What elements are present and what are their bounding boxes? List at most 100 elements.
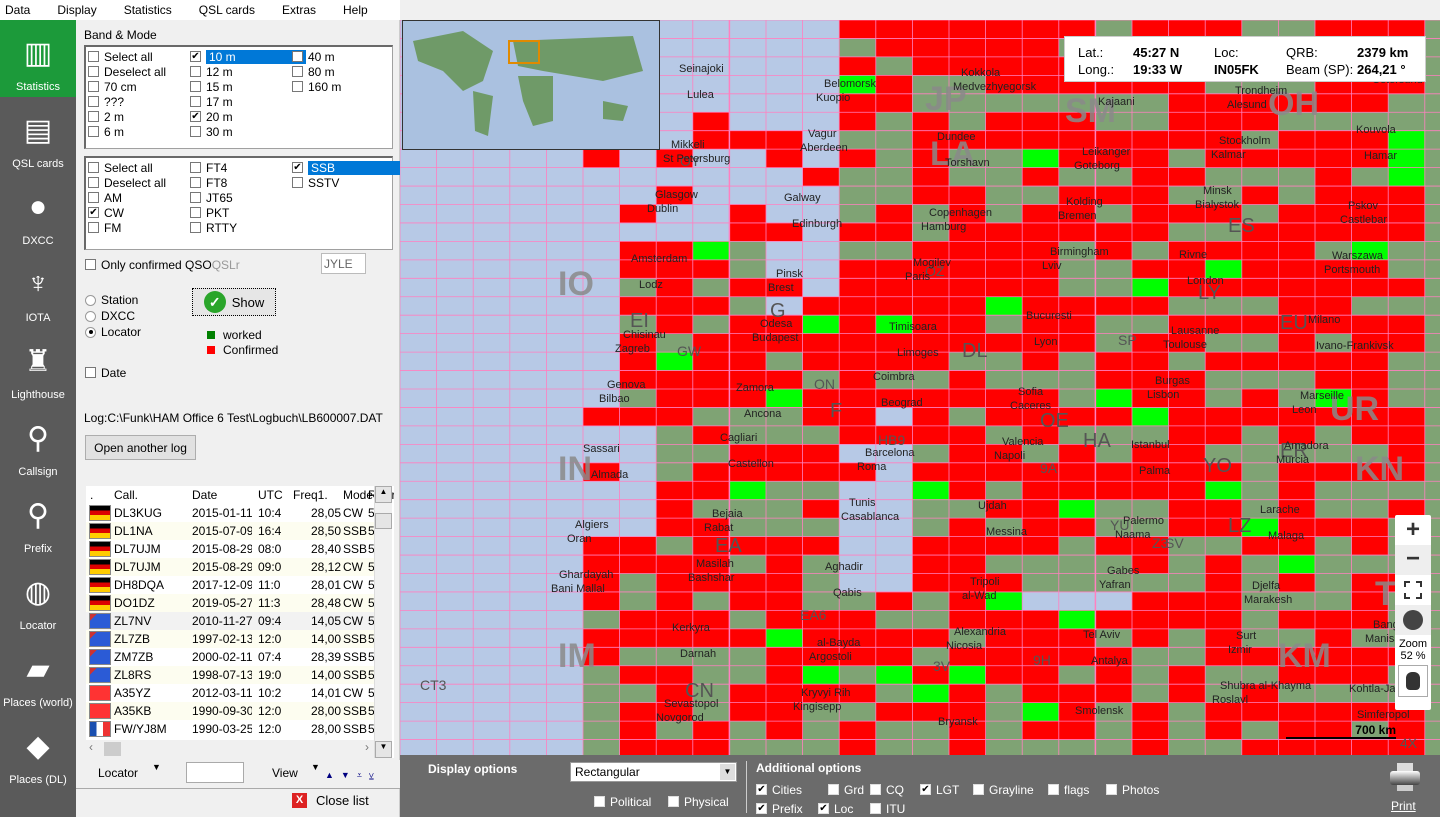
table-row[interactable]: ZL7ZB1997-02-1312:014,00SSB59 bbox=[86, 630, 384, 648]
locator-square[interactable] bbox=[1424, 75, 1440, 94]
locator-square[interactable] bbox=[1351, 647, 1389, 666]
locator-square[interactable] bbox=[875, 296, 913, 316]
locator-square[interactable] bbox=[1168, 222, 1206, 242]
locator-square[interactable] bbox=[912, 591, 949, 611]
locator-square[interactable] bbox=[912, 684, 949, 703]
locator-square[interactable] bbox=[583, 407, 620, 426]
locator-square[interactable] bbox=[1315, 739, 1352, 755]
locator-square[interactable] bbox=[766, 536, 803, 556]
locator-square[interactable] bbox=[1058, 684, 1096, 703]
locator-square[interactable] bbox=[912, 739, 949, 755]
locator-square[interactable] bbox=[985, 370, 1023, 389]
table-row[interactable]: DL7UJM2015-08-2909:028,12CW599 bbox=[86, 558, 388, 576]
locator-square[interactable] bbox=[766, 628, 803, 648]
table-row[interactable]: ZM7ZB2000-02-1107:428,39SSB57 bbox=[86, 648, 384, 666]
locator-square[interactable] bbox=[875, 721, 913, 740]
locator-square[interactable] bbox=[1205, 536, 1242, 556]
locator-square[interactable] bbox=[875, 149, 913, 168]
locator-square[interactable] bbox=[1388, 93, 1425, 113]
checkbox[interactable]: ✔ bbox=[920, 784, 931, 795]
option-grd[interactable]: Grd bbox=[828, 782, 864, 797]
locator-square[interactable] bbox=[729, 204, 766, 223]
locator-square[interactable] bbox=[729, 222, 766, 242]
locator-square[interactable] bbox=[802, 315, 840, 334]
locator-square[interactable] bbox=[912, 518, 949, 537]
table-row[interactable]: ZL8RS1998-07-1319:014,00SSB59 bbox=[86, 666, 384, 684]
modes-option[interactable]: ✔ CW bbox=[88, 205, 124, 220]
locator-square[interactable] bbox=[949, 536, 986, 556]
locator-square[interactable] bbox=[619, 573, 657, 592]
locator-square[interactable] bbox=[985, 684, 1023, 703]
world-minimap[interactable] bbox=[402, 20, 660, 150]
locator-square[interactable] bbox=[766, 481, 803, 500]
nav-callsign[interactable]: ⚲ Callsign bbox=[0, 405, 76, 482]
locator-square[interactable] bbox=[949, 186, 986, 205]
locator-square[interactable] bbox=[656, 462, 693, 482]
locator-square[interactable] bbox=[1388, 389, 1425, 408]
radio-button[interactable] bbox=[85, 326, 96, 338]
locator-square[interactable] bbox=[1205, 167, 1242, 187]
locator-square[interactable] bbox=[1132, 186, 1169, 205]
table-row[interactable]: FW/YJ8M1990-03-2512:028,00SSB59 bbox=[86, 720, 384, 738]
locator-square[interactable] bbox=[1132, 665, 1169, 685]
locator-square[interactable] bbox=[1241, 296, 1279, 316]
close-list-button[interactable]: X Close list bbox=[292, 793, 369, 808]
locator-square[interactable] bbox=[1241, 370, 1279, 389]
option-cities[interactable]: ✔ Cities bbox=[756, 782, 802, 797]
locator-square[interactable] bbox=[1241, 241, 1279, 260]
locator-square[interactable] bbox=[692, 739, 730, 755]
table-row[interactable]: DO1DZ2019-05-2711:328,48CW58 bbox=[86, 594, 384, 612]
locator-square[interactable] bbox=[1022, 93, 1059, 113]
locator-square[interactable] bbox=[1168, 462, 1206, 482]
locator-square[interactable] bbox=[839, 610, 876, 629]
locator-square[interactable] bbox=[1022, 186, 1059, 205]
locator-square[interactable] bbox=[802, 721, 840, 740]
locator-square[interactable] bbox=[1424, 370, 1440, 389]
locator-square[interactable] bbox=[1315, 112, 1352, 131]
locator-square[interactable] bbox=[1095, 315, 1132, 334]
locator-square[interactable] bbox=[1315, 278, 1352, 297]
locator-square[interactable] bbox=[949, 425, 986, 445]
checkbox[interactable] bbox=[292, 51, 303, 62]
locator-square[interactable] bbox=[1241, 721, 1279, 740]
radio-button[interactable] bbox=[85, 294, 96, 306]
locator-square[interactable] bbox=[1424, 20, 1440, 39]
locator-square[interactable] bbox=[1278, 186, 1315, 205]
option-loc[interactable]: ✔ Loc bbox=[818, 801, 853, 816]
modes-option[interactable]: RTTY bbox=[190, 220, 237, 235]
locator-square[interactable] bbox=[1315, 573, 1352, 592]
locator-square[interactable] bbox=[583, 702, 620, 722]
locator-square[interactable] bbox=[1058, 739, 1096, 755]
locator-square[interactable] bbox=[985, 93, 1023, 113]
locator-square[interactable] bbox=[1424, 112, 1440, 131]
locator-square[interactable] bbox=[1315, 518, 1352, 537]
locator-square[interactable] bbox=[802, 499, 840, 519]
locator-square[interactable] bbox=[985, 555, 1023, 574]
bands-option[interactable]: 70 cm bbox=[88, 79, 137, 94]
navigation-arrows[interactable]: ▲▼⩡⩣ bbox=[325, 770, 381, 781]
locator-square[interactable] bbox=[1388, 204, 1425, 223]
table-row[interactable]: A35YZ2012-03-1110:214,01CW599 bbox=[86, 684, 388, 702]
scroll-left-icon[interactable]: ‹ bbox=[89, 740, 93, 754]
locator-square[interactable] bbox=[912, 20, 949, 39]
locator-square[interactable] bbox=[656, 296, 693, 316]
locator-square[interactable] bbox=[985, 149, 1023, 168]
locator-square[interactable] bbox=[1058, 389, 1096, 408]
locator-square[interactable] bbox=[949, 241, 986, 260]
locator-square[interactable] bbox=[729, 352, 766, 371]
locator-square[interactable] bbox=[656, 425, 693, 445]
locator-square[interactable] bbox=[875, 665, 913, 685]
checkbox[interactable] bbox=[1048, 784, 1059, 795]
locator-square[interactable] bbox=[1424, 721, 1440, 740]
locator-square[interactable] bbox=[583, 684, 620, 703]
locator-square[interactable] bbox=[1132, 481, 1169, 500]
locator-square[interactable] bbox=[656, 555, 693, 574]
locator-square[interactable] bbox=[1168, 702, 1206, 722]
option-photos[interactable]: Photos bbox=[1106, 782, 1159, 797]
locator-square[interactable] bbox=[1205, 721, 1242, 740]
locator-square[interactable] bbox=[729, 702, 766, 722]
locator-square[interactable] bbox=[839, 333, 876, 353]
locator-square[interactable] bbox=[1388, 352, 1425, 371]
locator-square[interactable] bbox=[1351, 739, 1389, 755]
locator-square[interactable] bbox=[839, 425, 876, 445]
